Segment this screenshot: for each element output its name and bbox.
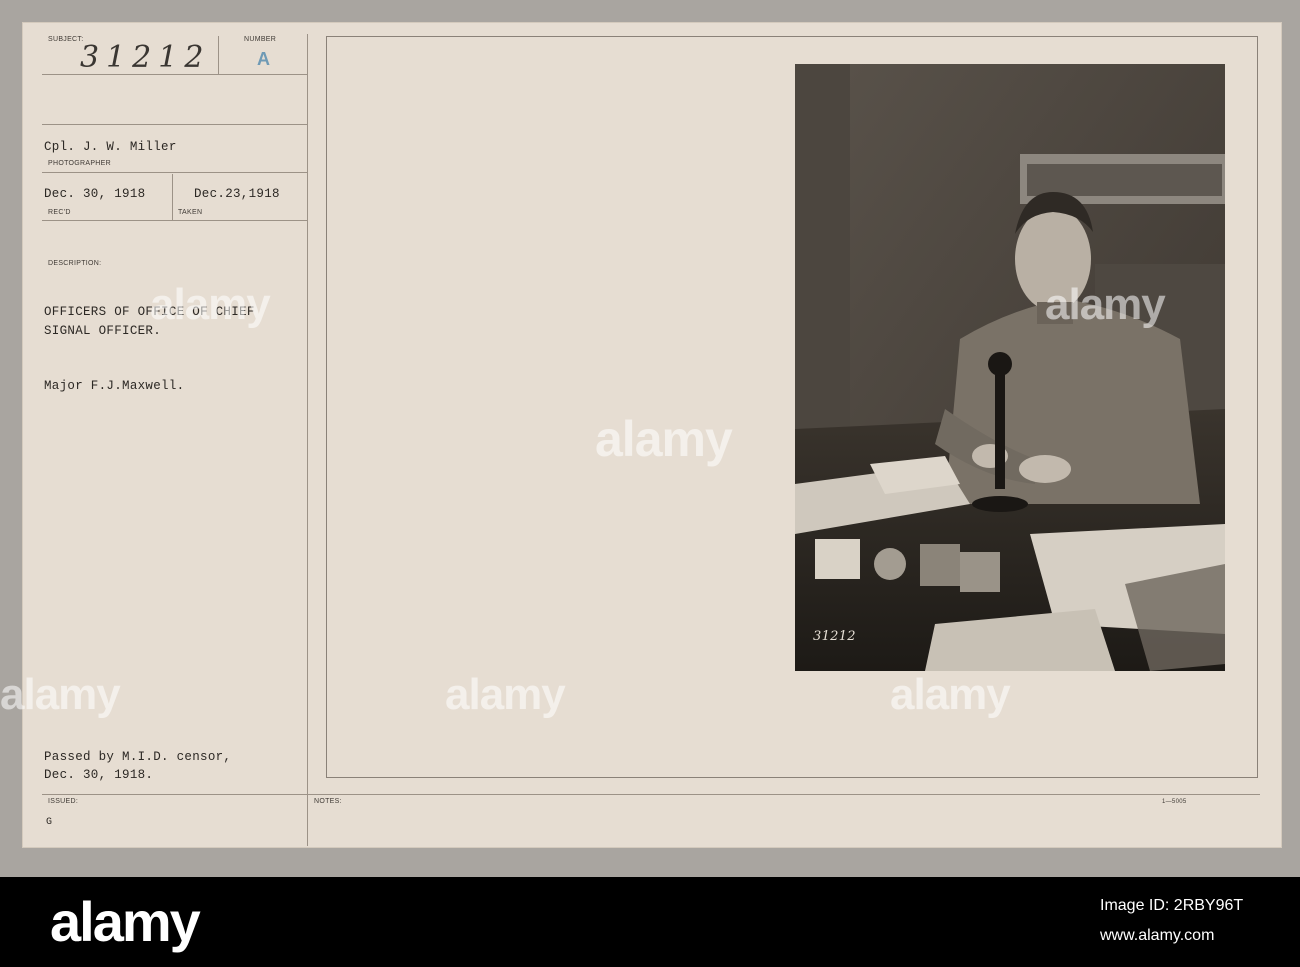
photo-image <box>795 64 1225 671</box>
taken-date: Dec.23,1918 <box>194 187 280 201</box>
negative-number: 31212 <box>813 629 856 644</box>
subject-label: SUBJECT: <box>48 36 84 43</box>
watermark: alamy <box>0 670 121 719</box>
watermark: alamy <box>445 670 566 719</box>
alamy-logo: alamy <box>50 890 201 953</box>
subject-number: 31212 <box>80 40 211 75</box>
divider <box>42 172 308 173</box>
divider <box>42 794 1260 795</box>
censor-line-2: Dec. 30, 1918. <box>44 768 154 782</box>
photographer-value: Cpl. J. W. Miller <box>44 140 177 154</box>
subject-name: Major F.J.Maxwell. <box>44 379 185 393</box>
form-code: 1—5005 <box>1162 799 1187 805</box>
divider <box>172 174 173 220</box>
issued-value: G <box>46 817 53 828</box>
number-stamp: A <box>257 49 270 69</box>
divider <box>42 220 308 221</box>
notes-label: NOTES: <box>314 798 342 805</box>
description-label: DESCRIPTION: <box>48 260 102 267</box>
watermark: alamy <box>150 280 271 329</box>
divider <box>218 36 219 74</box>
image-id: Image ID: 2RBY96T <box>1100 897 1244 914</box>
divider <box>42 124 308 125</box>
taken-label: TAKEN <box>178 209 203 216</box>
censor-line-1: Passed by M.I.D. censor, <box>44 750 232 764</box>
watermark-footer: alamy Image ID: 2RBY96T www.alamy.com <box>0 877 1300 967</box>
photographer-label: PHOTOGRAPHER <box>48 160 111 167</box>
photograph: 31212 <box>795 64 1225 671</box>
watermark: alamy <box>1045 280 1166 329</box>
description-line-2: SIGNAL OFFICER. <box>44 324 162 338</box>
received-date: Dec. 30, 1918 <box>44 187 146 201</box>
watermark: alamy <box>890 670 1011 719</box>
number-label: NUMBER <box>244 36 277 43</box>
issued-label: ISSUED: <box>48 798 79 805</box>
received-label: REC'D <box>48 209 71 216</box>
watermark: alamy <box>595 411 733 467</box>
site-url: www.alamy.com <box>1100 927 1215 944</box>
divider <box>307 34 308 846</box>
